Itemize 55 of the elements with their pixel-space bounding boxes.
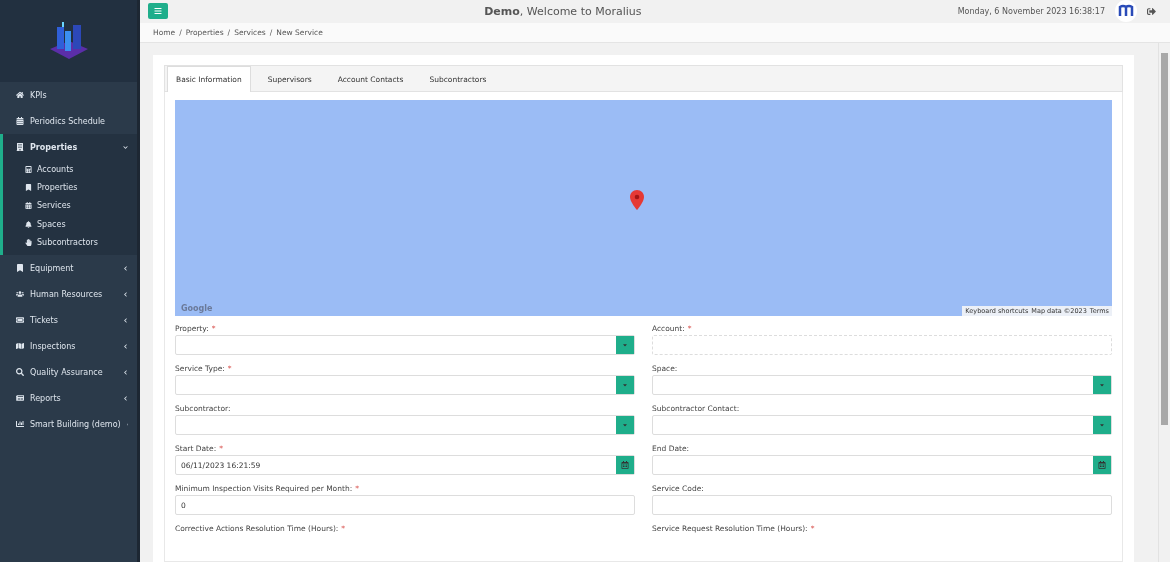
caret-icon <box>1099 422 1105 428</box>
map-logo: Google <box>181 304 213 313</box>
sidebar-item[interactable]: Tickets <box>3 307 137 334</box>
date-field[interactable] <box>652 455 1112 475</box>
home-icon <box>16 91 24 99</box>
calendar-icon <box>16 117 24 125</box>
sidebar-subitem[interactable]: Subcontractors <box>3 233 137 252</box>
calendar-icon <box>621 461 629 469</box>
map-pin-icon <box>630 190 644 210</box>
caret-icon <box>1099 382 1105 388</box>
sidebar-item[interactable]: Smart Building (demo) <box>3 411 137 438</box>
input-field[interactable] <box>652 335 1112 355</box>
scrollbar[interactable] <box>1158 43 1170 562</box>
users-icon <box>16 290 24 299</box>
chart-icon <box>16 420 24 429</box>
select-field[interactable] <box>175 415 635 435</box>
select-field[interactable] <box>652 375 1112 395</box>
menu-icon <box>154 7 162 16</box>
bookmark-icon <box>25 183 32 191</box>
sidebar-item[interactable]: Properties <box>3 134 137 160</box>
sidebar-item[interactable]: Equipment <box>3 255 137 282</box>
menu-button[interactable] <box>148 3 168 20</box>
sidebar-subitem[interactable]: Accounts <box>3 160 137 179</box>
select-field[interactable] <box>175 375 635 395</box>
hand-icon <box>25 238 32 246</box>
avatar-logo-icon[interactable] <box>1115 0 1137 23</box>
date-time: Monday, 6 November 2023 16:38:17 <box>957 6 1105 16</box>
scrollbar-thumb[interactable] <box>1161 53 1168 425</box>
building-icon <box>16 143 24 151</box>
caret-icon <box>622 382 628 388</box>
calc-icon <box>25 165 32 173</box>
select-field[interactable] <box>652 415 1112 435</box>
sidebar-item[interactable]: KPIs <box>3 82 137 108</box>
sidebar-subitem[interactable]: Services <box>3 196 137 215</box>
welcome-title: Demo, Welcome to Moralius <box>483 4 643 18</box>
calendar-icon <box>1098 461 1106 469</box>
caret-icon <box>622 342 628 348</box>
sidebar-item[interactable]: Reports <box>3 385 137 412</box>
logout-icon[interactable] <box>1147 6 1156 16</box>
report-icon <box>16 394 24 403</box>
caret-icon <box>622 422 628 428</box>
sidebar-item[interactable]: Inspections <box>3 333 137 360</box>
map-icon <box>16 342 24 351</box>
calendar-icon <box>25 202 32 210</box>
ticket-icon <box>16 316 24 325</box>
sidebar-item[interactable]: Quality Assurance <box>3 359 137 386</box>
bell-icon <box>25 220 32 228</box>
sidebar-item[interactable]: Periodics Schedule <box>3 108 137 134</box>
select-field[interactable] <box>175 335 635 355</box>
bookmark-icon <box>16 264 24 273</box>
search-icon <box>16 368 24 377</box>
sidebar-subitem[interactable]: Properties <box>3 178 137 197</box>
sidebar-item[interactable]: Human Resources <box>3 281 137 308</box>
input-field[interactable] <box>652 495 1112 515</box>
sidebar-subitem[interactable]: Spaces <box>3 214 137 234</box>
